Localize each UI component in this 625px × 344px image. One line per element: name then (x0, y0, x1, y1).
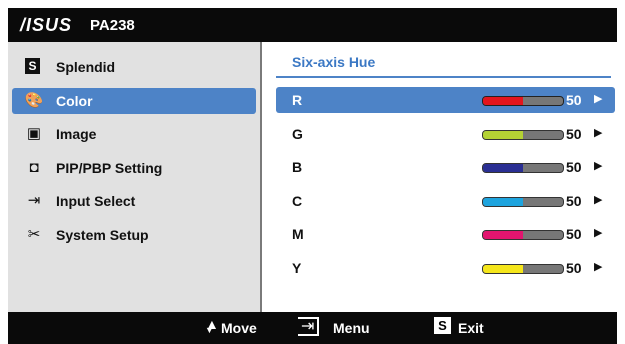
hue-slider[interactable] (482, 129, 564, 140)
menu-item-input-select[interactable]: ⇥ Input Select (12, 188, 256, 214)
menu-item-label: Color (56, 92, 93, 109)
move-hint: Move (221, 320, 257, 336)
exit-s-icon: S (434, 317, 451, 334)
hue-row-r[interactable]: R 50 ▶ (276, 87, 615, 113)
hue-slider-fill (483, 264, 523, 273)
section-underline (276, 76, 611, 78)
splendid-s-icon: S (25, 58, 40, 74)
hue-slider[interactable] (482, 230, 564, 240)
chevron-right-icon[interactable]: ▶ (594, 92, 602, 105)
hue-label: B (292, 159, 303, 175)
chevron-right-icon[interactable]: ▶ (594, 126, 602, 139)
hue-row-g[interactable]: G 50 ▶ (276, 121, 615, 147)
section-title: Six-axis Hue (292, 54, 376, 70)
menu-item-image[interactable]: ▣ Image (12, 121, 256, 147)
hue-label: C (292, 192, 303, 209)
hue-row-y[interactable]: Y 50 ▶ (276, 255, 615, 281)
menu-item-label: PIP/PBP Setting (56, 159, 163, 176)
menu-item-color[interactable]: 🎨 Color (12, 87, 256, 114)
hue-value: 50 (566, 192, 582, 209)
hue-slider-fill (483, 130, 523, 139)
menu-hint: Menu (333, 320, 370, 336)
menu-item-pip-pbp-setting[interactable]: ◘ PIP/PBP Setting (12, 155, 256, 181)
asus-logo: /ISUS (20, 15, 73, 35)
hue-row-m[interactable]: M 50 ▶ (276, 221, 615, 247)
osd-window: /ISUS PA238 S Splendid 🎨 Color ▣ Image ◘ PIP/PB… (8, 8, 617, 344)
menu-item-label: System Setup (56, 226, 149, 243)
chevron-right-icon[interactable]: ▶ (594, 193, 602, 206)
menu-enter-icon: ⇥ (298, 317, 320, 336)
hue-value: 50 (566, 92, 582, 108)
hue-slider[interactable] (482, 96, 564, 106)
hue-label: R (292, 92, 303, 108)
hue-row-c[interactable]: C 50 ▶ (276, 188, 615, 214)
hue-value: 50 (566, 125, 582, 142)
pip-icon: ◘ (29, 158, 39, 176)
menu-item-label: Image (56, 126, 97, 142)
chevron-right-icon[interactable]: ▶ (594, 226, 602, 239)
hue-slider[interactable] (482, 163, 564, 173)
hue-label: M (292, 226, 304, 242)
hue-slider-fill (483, 231, 523, 239)
hue-slider-fill (483, 164, 523, 172)
hue-label: G (292, 125, 303, 142)
hue-value: 50 (566, 259, 582, 276)
menu-item-label: Splendid (56, 59, 116, 75)
title-bar: /ISUS PA238 (8, 8, 617, 42)
hue-slider-fill (483, 97, 523, 105)
exit-hint: Exit (458, 320, 484, 336)
menu-item-splendid[interactable]: S Splendid (12, 54, 256, 80)
hue-value: 50 (566, 226, 582, 242)
image-icon: ▣ (26, 125, 42, 142)
main-menu: S Splendid 🎨 Color ▣ Image ◘ PIP/PBP Setting ⇥ In… (8, 42, 260, 312)
chevron-right-icon[interactable]: ▶ (594, 260, 602, 273)
hue-slider-fill (483, 197, 523, 206)
bottom-bar: ▲ ▼ Move ⇥ Menu S Exit (8, 312, 617, 344)
hue-value: 50 (566, 159, 582, 175)
hue-slider[interactable] (482, 263, 564, 274)
input-select-icon: ⇥ (27, 192, 41, 209)
hue-slider[interactable] (482, 196, 564, 207)
settings-panel: Six-axis Hue R 50 ▶ G 50 ▶ B 50 ▶ C 50 ▶ M 50 ▶ Y 50 ▶ (262, 42, 617, 312)
tools-icon: ✂ (27, 225, 41, 243)
hue-row-b[interactable]: B 50 ▶ (276, 154, 615, 180)
model-name: PA238 (90, 17, 135, 34)
menu-item-system-setup[interactable]: ✂ System Setup (12, 222, 256, 248)
color-palette-icon: 🎨 (24, 91, 44, 109)
menu-item-label: Input Select (56, 193, 136, 209)
chevron-right-icon[interactable]: ▶ (594, 159, 602, 172)
down-arrow-icon: ▼ (205, 325, 214, 335)
hue-label: Y (292, 259, 302, 276)
